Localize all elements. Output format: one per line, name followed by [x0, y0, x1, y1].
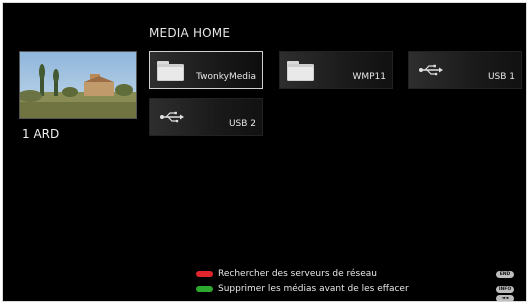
server-label: USB 2 [228, 119, 256, 129]
server-tile-twonkymedia[interactable]: TwonkyMedia [149, 51, 263, 89]
legend-label: Supprimer les médias avant de les efface… [218, 284, 409, 294]
usb-icon [156, 104, 186, 130]
server-label: WMP11 [352, 72, 386, 82]
server-tile-wmp11[interactable]: WMP11 [279, 51, 393, 89]
server-label: TwonkyMedia [196, 72, 256, 82]
green-button-icon [196, 286, 213, 292]
end-key-icon: END [496, 271, 514, 278]
info-key-icon: INFO [496, 286, 514, 293]
tv-preview-thumbnail [19, 51, 137, 119]
usb-icon [415, 57, 445, 83]
page-title: MEDIA HOME [149, 26, 231, 40]
red-button-icon [196, 271, 213, 277]
channel-label: 1 ARD [22, 127, 60, 141]
folder-icon [286, 57, 316, 83]
legend-label: Rechercher des serveurs de réseau [218, 269, 377, 279]
back-key-icon: ◄◄ [496, 295, 514, 301]
legend-red-action: Rechercher des serveurs de réseau [196, 269, 377, 279]
server-tile-usb2[interactable]: USB 2 [149, 98, 263, 136]
folder-icon [156, 57, 186, 83]
server-tile-usb1[interactable]: USB 1 [408, 51, 522, 89]
server-label: USB 1 [487, 72, 515, 82]
tv-screen: MEDIA HOME 1 ARD TwonkyMedia WMP11 USB 1… [2, 2, 527, 302]
legend-green-action: Supprimer les médias avant de les efface… [196, 284, 409, 294]
